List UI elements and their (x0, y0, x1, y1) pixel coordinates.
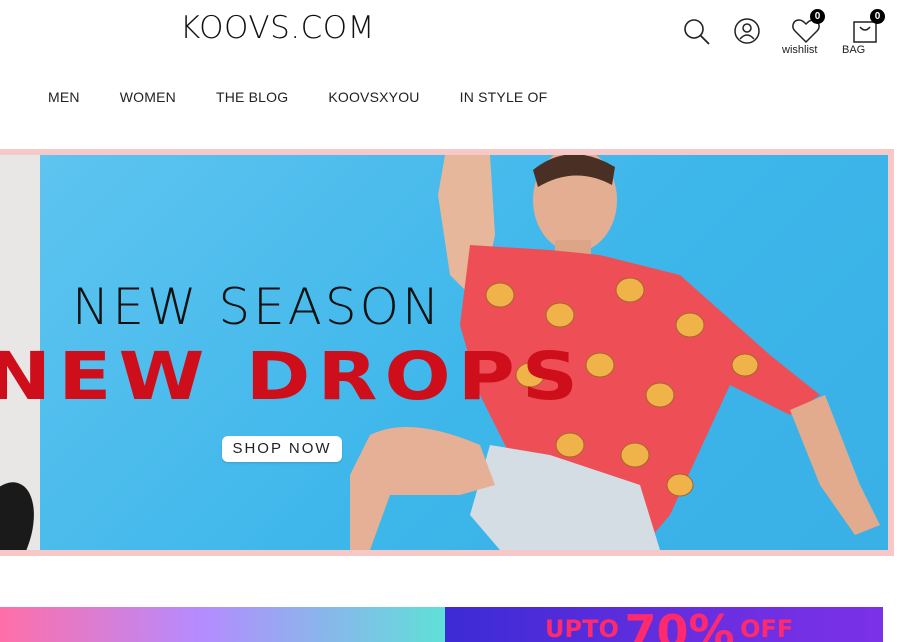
wishlist-count-badge: 0 (810, 9, 825, 24)
nav-item-women[interactable]: WOMEN (120, 89, 176, 105)
nav-item-koovsxyou[interactable]: KOOVSXYOU (328, 89, 419, 105)
promo-prefix: UPTO (545, 615, 619, 642)
account-icon (734, 18, 760, 44)
promo-banner-left[interactable] (0, 607, 445, 642)
nav-item-in-style-of[interactable]: IN STYLE OF (460, 89, 548, 105)
shop-now-button[interactable]: SHOP NOW (222, 436, 342, 462)
bag-count-badge: 0 (870, 9, 885, 24)
promo-offer-text: UPTO 70% OFF (545, 609, 794, 642)
site-header: KOOVS.COM 0 wishlist 0 BAG (0, 0, 897, 70)
search-icon (684, 19, 710, 45)
nav-item-the-blog[interactable]: THE BLOG (216, 89, 288, 105)
wishlist-label[interactable]: wishlist (782, 44, 817, 56)
account-button[interactable] (733, 17, 765, 51)
nav-item-men[interactable]: MEN (48, 89, 80, 105)
main-nav: MEN WOMEN THE BLOG KOOVSXYOU IN STYLE OF (48, 89, 547, 105)
hero-subheadline: NEW DROPS (0, 338, 586, 415)
search-button[interactable] (682, 17, 714, 51)
site-logo[interactable]: KOOVS.COM (180, 10, 375, 46)
bag-label[interactable]: BAG (842, 44, 865, 56)
slide-peek-image (0, 473, 40, 550)
promo-value: 70% (624, 607, 735, 642)
promo-banner-right[interactable]: UPTO 70% OFF (445, 607, 883, 642)
hero-headline: NEW SEASON (72, 278, 443, 336)
promo-suffix: OFF (740, 615, 794, 642)
